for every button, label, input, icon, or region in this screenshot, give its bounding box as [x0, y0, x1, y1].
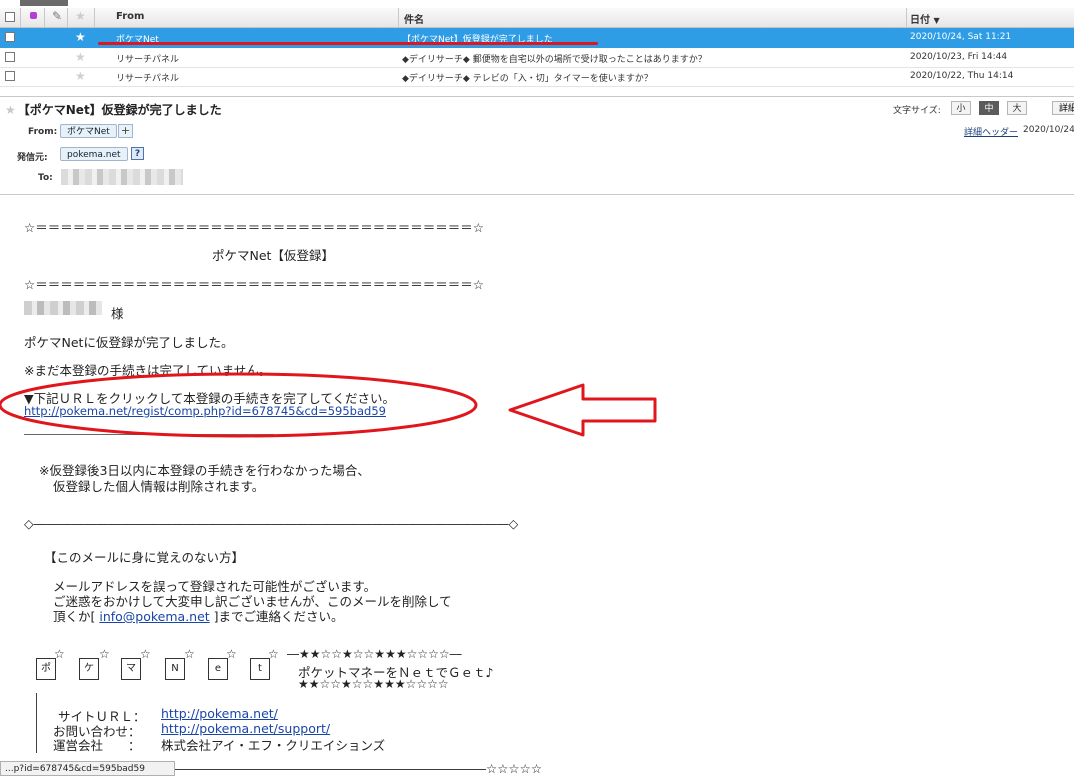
- star-icon[interactable]: ★: [75, 69, 86, 83]
- row-subject: ◆デイリサーチ◆ 郵便物を自宅以外の場所で受け取ったことはありますか？: [402, 55, 707, 65]
- message-row[interactable]: ★ リサーチパネル ◆デイリサーチ◆ テレビの「入・切」タイマーを使いますか？ …: [0, 67, 1074, 87]
- logo-letter-box: マ: [121, 658, 141, 680]
- partial-row: [400, 88, 1000, 96]
- completed-text: ポケマNetに仮登録が完了しました。: [24, 335, 234, 350]
- sender-chip[interactable]: pokema.net: [60, 147, 128, 161]
- logo-stars-bottom: ★★☆☆★☆☆★★★☆☆☆☆: [298, 677, 449, 691]
- column-divider: [398, 8, 399, 27]
- column-divider: [67, 8, 68, 27]
- unknown-line-3-post: ]までご連絡ください。: [209, 609, 344, 624]
- from-chip[interactable]: ポケマNet: [60, 124, 117, 138]
- message-row[interactable]: ★ ポケマNet 【ポケマNet】仮登録が完了しました 2020/10/24, …: [0, 28, 1074, 48]
- star-icon[interactable]: ★: [75, 50, 86, 64]
- detail-header-link[interactable]: 詳細ヘッダー: [964, 125, 1018, 138]
- column-divider: [44, 8, 45, 27]
- to-label: To:: [38, 173, 53, 183]
- row-date: 2020/10/24, Sat 11:21: [910, 32, 1012, 42]
- logo-star-icon: ☆: [140, 647, 151, 661]
- flag-column-icon: [30, 12, 37, 19]
- message-date: 2020/10/24, Sat 11:21: [1023, 125, 1074, 135]
- honorific: 様: [111, 306, 124, 321]
- column-divider: [20, 8, 21, 27]
- subject-text: 【ポケマNet】仮登録が完了しました: [17, 103, 222, 117]
- logo-letter-box: N: [165, 658, 185, 680]
- row-checkbox[interactable]: [5, 71, 15, 81]
- company-name: 株式会社アイ・エフ・クリエイションズ: [161, 738, 386, 753]
- from-label: From:: [28, 127, 58, 137]
- star-column-icon: ★: [75, 9, 86, 23]
- logo-letter-box: e: [208, 658, 228, 680]
- red-underline-annotation: [98, 42, 598, 45]
- row-from: リサーチパネル: [116, 55, 180, 65]
- status-bar: ...p?id=678745&cd=595bad59: [0, 761, 175, 776]
- logo-letter-box: ポ: [36, 658, 56, 680]
- select-all-checkbox[interactable]: [5, 12, 15, 22]
- recipient-name-redacted: [24, 301, 102, 315]
- star-icon[interactable]: ★: [5, 103, 16, 117]
- font-size-label: 文字サイズ:: [893, 106, 941, 116]
- message-list: ✎ ★ From 件名 日付 ▼ ★ ポケマNet 【ポケマNet】仮登録が完了…: [0, 0, 1074, 97]
- logo-star-icon: ☆: [184, 647, 195, 661]
- font-size-small-button[interactable]: 小: [951, 101, 971, 115]
- message-header: ★ 【ポケマNet】仮登録が完了しました 文字サイズ: 小 中 大 詳細 From…: [0, 97, 1074, 195]
- rule-top: ☆＝＝＝＝＝＝＝＝＝＝＝＝＝＝＝＝＝＝＝＝＝＝＝＝＝＝＝＝＝＝＝＝＝＝＝☆: [24, 220, 484, 235]
- row-date: 2020/10/22, Thu 14:14: [910, 71, 1014, 81]
- column-divider: [94, 8, 95, 27]
- sender-label: 発信元:: [17, 153, 48, 163]
- dash-line: ――――――――――――――――――――: [24, 426, 274, 441]
- row-checkbox[interactable]: [5, 52, 15, 62]
- message-body: ☆＝＝＝＝＝＝＝＝＝＝＝＝＝＝＝＝＝＝＝＝＝＝＝＝＝＝＝＝＝＝＝＝＝＝＝☆ ポケ…: [0, 195, 1074, 776]
- unknown-line-3: 頂くか[ info@pokema.net ]までご連絡ください。: [53, 606, 344, 625]
- company-label: 運営会社 ：: [53, 738, 141, 753]
- note-line-2: 仮登録した個人情報は削除されます。: [53, 479, 265, 494]
- font-size-medium-button[interactable]: 中: [979, 101, 999, 115]
- row-date: 2020/10/23, Fri 14:44: [910, 52, 1008, 62]
- add-contact-icon[interactable]: +: [118, 124, 133, 138]
- diamond-rule: ◇――――――――――――――――――――――――――――――――――――――◇: [24, 516, 519, 531]
- unknown-heading: 【このメールに身に覚えのない方】: [44, 550, 245, 565]
- to-address-redacted: [61, 169, 183, 185]
- help-icon[interactable]: ?: [131, 147, 144, 160]
- column-divider: [906, 8, 907, 27]
- column-subject[interactable]: 件名: [404, 11, 424, 26]
- message-subject: ★ 【ポケマNet】仮登録が完了しました: [5, 101, 222, 118]
- column-from[interactable]: From: [116, 11, 144, 22]
- row-checkbox[interactable]: [5, 32, 15, 42]
- contact-email-link[interactable]: info@pokema.net: [99, 609, 209, 624]
- logo-letter-box: t: [250, 658, 270, 680]
- logo-star-icon: ☆: [99, 647, 110, 661]
- row-from: リサーチパネル: [116, 74, 180, 84]
- column-date-label: 日付: [910, 15, 930, 26]
- column-date[interactable]: 日付 ▼: [910, 11, 940, 26]
- sort-desc-icon: ▼: [933, 16, 940, 25]
- footer-vertical-rule: [36, 693, 37, 753]
- detail-button[interactable]: 詳細: [1052, 101, 1074, 115]
- toolbar-thumbnail: [20, 0, 68, 6]
- row-subject: ◆デイリサーチ◆ テレビの「入・切」タイマーを使いますか？: [402, 74, 653, 84]
- logo-stars-top: ―★★☆☆★☆☆★★★☆☆☆☆―: [287, 647, 462, 661]
- attachment-column-icon: ✎: [52, 9, 63, 23]
- star-icon[interactable]: ★: [75, 30, 86, 44]
- unknown-line-3-pre: 頂くか[: [53, 609, 100, 624]
- registration-link[interactable]: http://pokema.net/regist/comp.php?id=678…: [24, 404, 386, 418]
- support-url-link[interactable]: http://pokema.net/support/: [161, 721, 330, 736]
- body-title: ポケマNet【仮登録】: [212, 248, 334, 263]
- font-size-large-button[interactable]: 大: [1007, 101, 1027, 115]
- list-header: ✎ ★ From 件名 日付 ▼: [0, 8, 1074, 28]
- message-row[interactable]: ★ リサーチパネル ◆デイリサーチ◆ 郵便物を自宅以外の場所で受け取ったことはあ…: [0, 48, 1074, 68]
- logo-letter-box: ケ: [79, 658, 99, 680]
- not-yet-text: ※まだ本登録の手続きは完了していません。: [24, 363, 272, 378]
- rule-bottom: ☆＝＝＝＝＝＝＝＝＝＝＝＝＝＝＝＝＝＝＝＝＝＝＝＝＝＝＝＝＝＝＝＝＝＝＝☆: [24, 277, 484, 292]
- site-url-link[interactable]: http://pokema.net/: [161, 706, 278, 721]
